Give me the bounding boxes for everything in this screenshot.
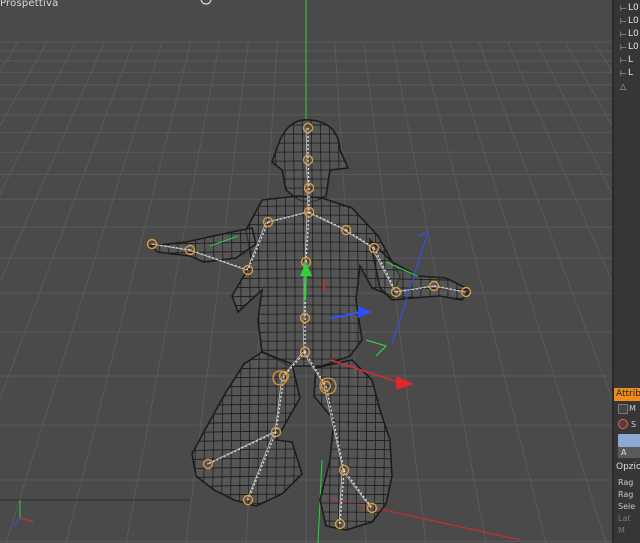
tree-expander-icon[interactable]: ⊢ [620, 69, 627, 78]
tree-item[interactable]: ⊢ L0 [620, 2, 639, 14]
tree-item-label: L [627, 55, 633, 65]
grid-line [0, 41, 77, 196]
view-label[interactable]: Prospettiva [0, 0, 58, 9]
indicator-z [13, 517, 21, 527]
wire-line [150, 484, 470, 489]
tree-item-label: L0 [627, 3, 639, 13]
wire-line [150, 421, 470, 426]
grid-line [535, 41, 612, 196]
object-icon [618, 419, 628, 429]
tree-item[interactable]: ⊢ L [620, 67, 633, 79]
scene-canvas[interactable] [0, 0, 612, 543]
wire-line [150, 475, 470, 480]
gizmo-y-axis [304, 271, 307, 301]
tree-expander-icon[interactable]: ⊢ [620, 56, 627, 65]
axis-indicator [13, 500, 35, 527]
wire-line [140, 107, 480, 110]
tree-item-label: L0 [627, 29, 639, 39]
tree-expander-icon[interactable]: ⊢ [620, 30, 627, 39]
character-mesh [140, 107, 480, 531]
tree-item[interactable]: △ [620, 80, 627, 92]
tree-item-label: L0 [627, 16, 639, 26]
wire-line [150, 511, 470, 516]
attributes-header[interactable]: Attrib [614, 388, 640, 401]
tree-expander-icon[interactable]: ⊢ [620, 4, 627, 13]
option-row[interactable]: Sele [618, 502, 635, 511]
tree-item[interactable]: ⊢ L0 [620, 41, 639, 53]
wire-line [150, 385, 470, 390]
tree-item[interactable]: ⊢ L0 [620, 15, 639, 27]
grid-line [449, 41, 607, 543]
wire-line [150, 412, 470, 417]
wire-line [150, 376, 470, 381]
wire-line [150, 367, 470, 372]
option-row[interactable]: Lat [618, 514, 631, 523]
wire-line [150, 439, 470, 444]
option-row[interactable]: M [618, 526, 625, 535]
mesh-outline [231, 195, 401, 367]
bone-axis-y [365, 339, 388, 357]
grid-line [478, 41, 612, 400]
tree-expander-icon[interactable]: ⊢ [620, 17, 627, 26]
wire-line [150, 448, 470, 453]
wire-line [150, 394, 470, 399]
attr-row-m: M [629, 404, 636, 413]
grid-line [0, 41, 134, 400]
grid-line [507, 41, 612, 283]
gizmo-z-arrow [358, 306, 372, 318]
option-row[interactable]: Rag [618, 478, 633, 487]
grid-line [65, 41, 192, 543]
mesh-outline [313, 359, 393, 531]
wire-line [150, 466, 470, 471]
tree-item[interactable]: ⊢ L [620, 54, 633, 66]
attributes-tab-a[interactable]: A [618, 447, 640, 458]
attributes-tab-basic[interactable] [618, 434, 640, 447]
tree-expander-icon[interactable]: ⊢ [620, 43, 627, 52]
wire-line [150, 529, 470, 530]
grid-line [593, 41, 612, 73]
tree-expander-icon[interactable]: △ [620, 82, 626, 91]
grid-line [0, 41, 19, 73]
grid-line [5, 41, 163, 543]
wire-line [150, 430, 470, 435]
tree-item-label: L [627, 68, 633, 78]
grid-line [0, 41, 105, 283]
option-row[interactable]: Rag [618, 490, 633, 499]
tree-item-label: L0 [627, 42, 639, 52]
wire-line [140, 116, 480, 119]
wire-line [150, 403, 470, 408]
viewport-3d[interactable]: Prospettiva [0, 0, 612, 543]
attr-row-s: S [631, 420, 637, 429]
camera-icon[interactable] [200, 0, 212, 5]
options-header: Opzio [616, 462, 640, 472]
tree-item[interactable]: ⊢ L0 [620, 28, 639, 40]
wire-line [150, 493, 470, 498]
wire-line [150, 520, 470, 525]
wire-line [150, 457, 470, 462]
right-panel: ⊢ L0 ⊢ L0 ⊢ L0 ⊢ L0 ⊢ L ⊢ L △ Attrib M S A Opzio Rag… [612, 0, 640, 543]
indicator-x [19, 517, 35, 523]
